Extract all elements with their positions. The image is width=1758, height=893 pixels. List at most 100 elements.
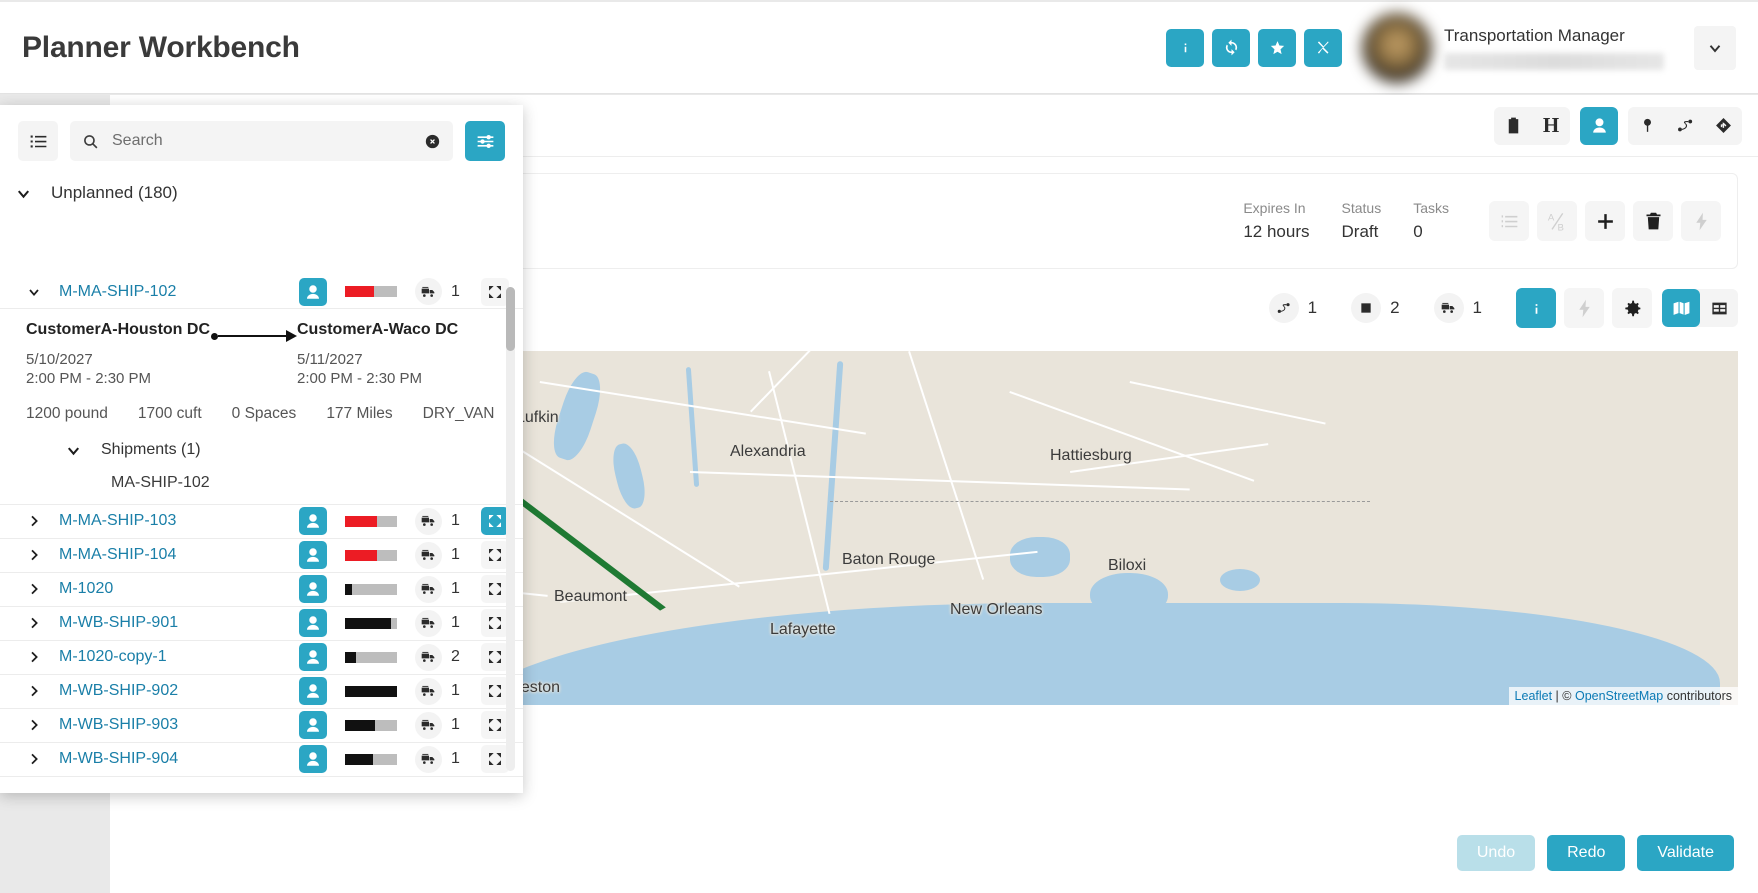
table-view-button[interactable] bbox=[1700, 289, 1738, 327]
count-value: 1 bbox=[1308, 298, 1317, 318]
header-actions: Transportation Manager bbox=[1166, 2, 1758, 93]
status-actions: AB bbox=[1481, 201, 1721, 241]
table-row[interactable]: M-10201 bbox=[0, 573, 523, 607]
table-row[interactable]: M-MA-SHIP-1031 bbox=[0, 505, 523, 539]
list-view-button[interactable] bbox=[18, 121, 58, 161]
optimize-button[interactable] bbox=[1681, 201, 1721, 241]
leaflet-link[interactable]: Leaflet bbox=[1515, 689, 1553, 703]
list-row-expanded[interactable]: M-MA-SHIP-102 1 bbox=[0, 275, 523, 309]
driver-icon-badge[interactable] bbox=[299, 507, 327, 535]
attribution-separator: | © bbox=[1552, 689, 1575, 703]
driver-icon-badge[interactable] bbox=[299, 541, 327, 569]
count-routes: 1 bbox=[1269, 293, 1317, 323]
delete-button[interactable] bbox=[1633, 201, 1673, 241]
load-id[interactable]: M-WB-SHIP-901 bbox=[59, 614, 178, 632]
refresh-button[interactable] bbox=[1212, 29, 1250, 67]
table-row[interactable]: M-WB-SHIP-9021 bbox=[0, 675, 523, 709]
ab-compare-button[interactable]: AB bbox=[1537, 201, 1577, 241]
info-icon bbox=[1176, 38, 1195, 57]
table-row[interactable]: M-WB-SHIP-9041 bbox=[0, 743, 523, 777]
driver-icon bbox=[304, 648, 322, 666]
load-id[interactable]: M-MA-SHIP-102 bbox=[59, 283, 176, 301]
driver-icon-badge[interactable] bbox=[299, 278, 327, 306]
metric-weight: 1200 pound bbox=[26, 405, 108, 423]
close-button[interactable] bbox=[1304, 29, 1342, 67]
table-row[interactable]: M-WB-SHIP-9051 bbox=[0, 777, 523, 779]
expand-arrows-icon bbox=[487, 581, 503, 597]
panel-toolbar bbox=[0, 105, 523, 173]
origin-time: 2:00 PM - 2:30 PM bbox=[26, 370, 151, 387]
capacity-bar bbox=[345, 618, 397, 629]
load-id[interactable]: M-WB-SHIP-903 bbox=[59, 716, 178, 734]
map-pin-button[interactable] bbox=[1628, 107, 1666, 145]
directions-button[interactable] bbox=[1704, 107, 1742, 145]
expand-load-button[interactable] bbox=[481, 745, 509, 773]
driver-icon-badge[interactable] bbox=[299, 575, 327, 603]
favorite-button[interactable] bbox=[1258, 29, 1296, 67]
load-list-panel: Unplanned (180) M-MA-SHIP-102 1 bbox=[0, 105, 523, 793]
map-view-button[interactable] bbox=[1662, 289, 1700, 327]
filter-button[interactable] bbox=[465, 121, 505, 161]
driver-icon-badge[interactable] bbox=[299, 643, 327, 671]
expand-load-button[interactable] bbox=[481, 278, 509, 306]
group-header-unplanned[interactable]: Unplanned (180) bbox=[0, 173, 523, 213]
expand-load-button[interactable] bbox=[481, 609, 509, 637]
map-pin-icon bbox=[1638, 116, 1657, 135]
add-button[interactable] bbox=[1585, 201, 1625, 241]
expand-arrows-icon bbox=[487, 513, 503, 529]
load-id[interactable]: M-MA-SHIP-104 bbox=[59, 546, 176, 564]
load-id[interactable]: M-WB-SHIP-902 bbox=[59, 682, 178, 700]
shipments-header[interactable]: Shipments (1) bbox=[26, 441, 503, 460]
info-toggle-button[interactable] bbox=[1516, 288, 1556, 328]
destination-stop: CustomerA-Waco DC 5/11/2027 2:00 PM - 2:… bbox=[297, 321, 482, 389]
stat-value: 0 bbox=[1413, 222, 1449, 242]
expand-arrows-icon bbox=[487, 751, 503, 767]
shipment-item[interactable]: MA-SHIP-102 bbox=[26, 474, 503, 492]
letter-h-icon: H bbox=[1543, 113, 1559, 138]
info-button[interactable] bbox=[1166, 29, 1204, 67]
load-id[interactable]: M-MA-SHIP-103 bbox=[59, 512, 176, 530]
expand-load-button[interactable] bbox=[481, 575, 509, 603]
expand-arrows-icon bbox=[487, 284, 503, 300]
expand-load-button[interactable] bbox=[481, 541, 509, 569]
load-id[interactable]: M-1020 bbox=[59, 580, 113, 598]
scrollbar-thumb[interactable] bbox=[506, 287, 515, 351]
openstreetmap-link[interactable]: OpenStreetMap bbox=[1575, 689, 1663, 703]
driver-icon-badge[interactable] bbox=[299, 745, 327, 773]
undo-button[interactable]: Undo bbox=[1457, 835, 1535, 871]
route-button[interactable] bbox=[1666, 107, 1704, 145]
optimize-route-button[interactable] bbox=[1564, 288, 1604, 328]
table-row[interactable]: M-MA-SHIP-1041 bbox=[0, 539, 523, 573]
truck-icon-wrap bbox=[415, 644, 442, 671]
destination-date: 5/11/2027 bbox=[297, 351, 363, 368]
search-box[interactable] bbox=[70, 121, 453, 161]
plus-icon bbox=[1595, 211, 1616, 232]
expand-load-button[interactable] bbox=[481, 711, 509, 739]
redo-button[interactable]: Redo bbox=[1547, 835, 1625, 871]
hierarchy-button[interactable]: H bbox=[1532, 107, 1570, 145]
driver-icon-badge[interactable] bbox=[299, 711, 327, 739]
expand-load-button[interactable] bbox=[481, 507, 509, 535]
expand-load-button[interactable] bbox=[481, 643, 509, 671]
load-id[interactable]: M-1020-copy-1 bbox=[59, 648, 167, 666]
ordered-list-button[interactable] bbox=[1489, 201, 1529, 241]
driver-icon-badge[interactable] bbox=[299, 677, 327, 705]
driver-view-button[interactable] bbox=[1580, 107, 1618, 145]
clipboard-button[interactable] bbox=[1494, 107, 1532, 145]
lightning-icon bbox=[1691, 211, 1712, 232]
list-scrollbar[interactable] bbox=[506, 287, 515, 771]
search-input[interactable] bbox=[110, 131, 424, 151]
validate-button[interactable]: Validate bbox=[1637, 835, 1734, 871]
driver-icon-badge[interactable] bbox=[299, 609, 327, 637]
expand-load-button[interactable] bbox=[481, 677, 509, 705]
clear-circle-icon[interactable] bbox=[424, 133, 441, 150]
user-menu-button[interactable] bbox=[1694, 26, 1736, 70]
table-row[interactable]: M-WB-SHIP-9031 bbox=[0, 709, 523, 743]
table-row[interactable]: M-WB-SHIP-9011 bbox=[0, 607, 523, 641]
table-row[interactable]: M-1020-copy-12 bbox=[0, 641, 523, 675]
load-id[interactable]: M-WB-SHIP-904 bbox=[59, 750, 178, 768]
origin-date: 5/10/2027 bbox=[26, 351, 93, 368]
metric-volume: 1700 cuft bbox=[138, 405, 202, 423]
footer-actions: Undo Redo Validate bbox=[1445, 835, 1734, 871]
settings-button[interactable] bbox=[1612, 288, 1652, 328]
